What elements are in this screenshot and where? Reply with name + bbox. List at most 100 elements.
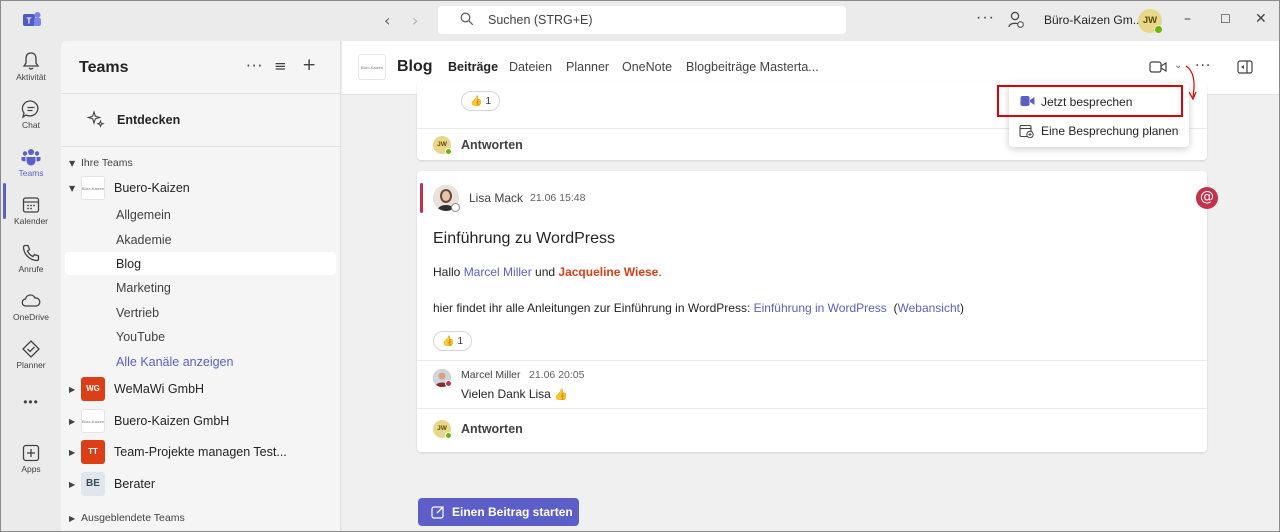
post-timestamp: 21.06 15:48 (530, 192, 586, 204)
thumbs-up-icon: 👍 (554, 388, 568, 401)
caret-down-icon: ▼ (69, 159, 76, 168)
text-span: und (531, 265, 559, 279)
team-name: Buero-Kaizen (114, 181, 190, 195)
forward-arrow-icon[interactable]: › (412, 11, 418, 30)
rail-item-teams[interactable]: Teams (1, 139, 61, 187)
reaction-thumbs-up[interactable]: 👍 1 (461, 91, 501, 111)
show-all-channels-link[interactable]: Alle Kanäle anzeigen (116, 355, 233, 369)
channel-team-logo: Büro-Kaizen (358, 54, 386, 80)
rail-more-apps[interactable]: ••• (1, 391, 61, 419)
post-author[interactable]: Lisa Mack (469, 191, 523, 205)
reaction-thumbs-up[interactable]: 👍 1 (433, 331, 473, 351)
thumbs-up-icon: 👍 (470, 96, 483, 107)
tab-onenote[interactable]: OneNote (622, 60, 672, 74)
teams-window: T ‹ › Suchen (STRG+E) ··· Büro-Kaizen Gm… (0, 0, 1280, 532)
team-logo: Büro-Kaizen (81, 409, 105, 433)
rail-label: Aktivität (16, 72, 46, 82)
reply-message: Marcel Miller 21.06 20:05 Vielen Dank Li… (417, 360, 1207, 408)
rail-item-calendar[interactable]: Kalender (1, 187, 61, 235)
channel-item[interactable]: Akademie (116, 233, 172, 247)
team-row-buero-kaizen[interactable]: ▼ Büro-Kaizen Buero-Kaizen (69, 176, 335, 202)
presence-available-icon (445, 148, 452, 155)
text-span: ( (886, 301, 898, 315)
team-name: Team-Projekte managen Test... (114, 445, 287, 459)
channel-item[interactable]: Vertrieb (116, 306, 159, 320)
planner-icon (22, 340, 40, 358)
add-icon[interactable]: + (302, 55, 316, 75)
maximize-icon[interactable]: ☐ (1220, 12, 1231, 26)
start-post-label: Einen Beitrag starten (452, 505, 573, 519)
link-einfuehrung-wordpress[interactable]: Einführung in WordPress (754, 301, 887, 315)
tab-dateien[interactable]: Dateien (509, 60, 552, 74)
text-span: . (658, 265, 662, 279)
team-row-team-projekte[interactable]: ▶ TT Team-Projekte managen Test... (69, 440, 335, 466)
tab-blogbeitraege[interactable]: Blogbeiträge Masterta... (686, 60, 819, 74)
tab-beitraege[interactable]: Beiträge (448, 60, 498, 74)
channel-item[interactable]: YouTube (116, 330, 165, 344)
selected-channel-highlight (65, 252, 336, 275)
panel-title: Teams (79, 59, 129, 76)
channel-title: Blog (397, 58, 433, 75)
mention-marcel-miller[interactable]: Marcel Miller (464, 265, 532, 279)
cloud-icon (21, 294, 41, 307)
video-camera-icon[interactable] (1149, 60, 1167, 74)
search-input[interactable]: Suchen (STRG+E) (438, 6, 846, 34)
rail-item-chat[interactable]: Chat (1, 91, 61, 139)
minimize-icon[interactable]: – (1184, 11, 1191, 27)
app-rail: Aktivität Chat Teams Kalender Anrufe One… (1, 41, 61, 531)
section-your-teams[interactable]: ▼ Ihre Teams (69, 157, 133, 169)
rail-item-planner[interactable]: Planner (1, 331, 61, 379)
team-logo: WG (81, 377, 105, 401)
team-name: WeMaWi GmbH (114, 382, 205, 396)
close-icon[interactable]: ✕ (1255, 11, 1267, 27)
caret-down-icon: ▼ (69, 184, 76, 193)
more-icon: ••• (23, 395, 39, 409)
presence-busy-icon (445, 380, 452, 387)
team-name: Buero-Kaizen GmbH (114, 414, 230, 428)
channel-item-selected[interactable]: Blog (116, 257, 141, 271)
caret-right-icon: ▶ (69, 448, 76, 457)
org-switch-icon[interactable] (1008, 11, 1024, 29)
calendar-icon (22, 197, 40, 213)
team-row-berater[interactable]: ▶ BE Berater (69, 472, 335, 498)
channel-item[interactable]: Allgemein (116, 208, 171, 222)
post-title: Einführung zu WordPress (433, 230, 616, 247)
reply-button[interactable]: JW Antworten (417, 408, 1207, 452)
more-options-icon[interactable]: ··· (976, 9, 995, 27)
link-webansicht[interactable]: Webansicht (897, 301, 959, 315)
rail-label: Anrufe (18, 264, 44, 274)
reply-author[interactable]: Marcel Miller (461, 369, 521, 381)
rail-item-activity[interactable]: Aktivität (1, 43, 61, 91)
side-panel-icon[interactable] (1237, 60, 1253, 74)
post-body: hier findet ihr alle Anleitungen zur Ein… (433, 301, 964, 315)
teams-panel: Teams ··· ≡ + Entdecken ▼ Ihre Teams ▼ Bü… (61, 41, 341, 531)
more-options-icon[interactable]: ··· (246, 57, 263, 75)
phone-icon (22, 244, 40, 262)
rail-label: Apps (21, 464, 41, 474)
team-row-wemawi[interactable]: ▶ WG WeMaWi GmbH (69, 377, 335, 403)
org-name[interactable]: Büro-Kaizen Gm... (1044, 13, 1143, 27)
filter-icon[interactable]: ≡ (274, 57, 287, 75)
presence-available-icon (1154, 25, 1163, 34)
meet-now-item[interactable]: Jetzt besprechen (997, 85, 1183, 117)
meet-now-label: Jetzt besprechen (1041, 95, 1133, 109)
compose-icon (431, 506, 444, 519)
post-card: Lisa Mack 21.06 15:48 Einführung zu Word… (417, 171, 1207, 452)
mention-at-icon: @ (1196, 187, 1218, 209)
text-span: ) (959, 301, 964, 315)
caret-right-icon: ▶ (69, 385, 76, 394)
tab-planner[interactable]: Planner (566, 60, 609, 74)
mention-jacqueline-wiese[interactable]: Jacqueline Wiese (558, 265, 658, 279)
discover-label: Entdecken (117, 113, 181, 127)
team-row-buero-kaizen-gmbh[interactable]: ▶ Büro-Kaizen Buero-Kaizen GmbH (69, 409, 335, 435)
section-hidden-teams[interactable]: ▶ Ausgeblendete Teams (69, 512, 185, 524)
chevron-down-icon[interactable]: ⌄ (1174, 60, 1182, 71)
start-post-button[interactable]: Einen Beitrag starten (418, 498, 579, 526)
channel-item[interactable]: Marketing (116, 281, 171, 295)
rail-item-calls[interactable]: Anrufe (1, 235, 61, 283)
rail-item-apps[interactable]: Apps (1, 435, 61, 483)
rail-item-onedrive[interactable]: OneDrive (1, 283, 61, 331)
sparkle-icon (87, 110, 105, 128)
schedule-meeting-item[interactable]: Eine Besprechung planen (1009, 117, 1189, 145)
back-arrow-icon[interactable]: ‹ (384, 11, 390, 30)
